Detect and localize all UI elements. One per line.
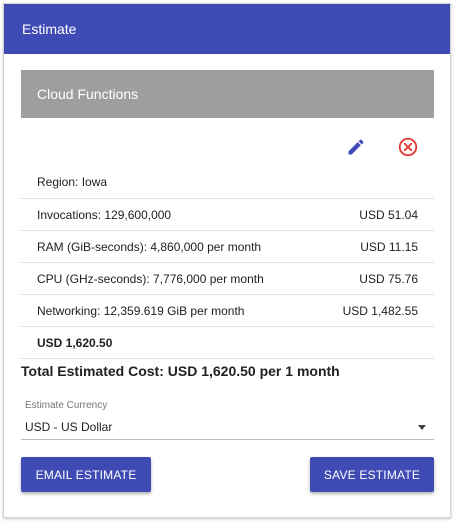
row-label: Networking: 12,359.619 GiB per month (37, 303, 245, 318)
row-value: USD 1,482.55 (342, 303, 418, 318)
card-title: Estimate (22, 21, 77, 37)
currency-selected-value: USD - US Dollar (25, 420, 113, 434)
total-estimated-cost: Total Estimated Cost: USD 1,620.50 per 1… (21, 363, 340, 379)
estimate-row-networking: Networking: 12,359.619 GiB per month USD… (21, 295, 434, 327)
service-title: Cloud Functions (37, 86, 139, 102)
estimate-card: Estimate Cloud Functions Region: Iowa In… (3, 3, 451, 518)
currency-label: Estimate Currency (25, 400, 108, 411)
pencil-icon (348, 139, 364, 155)
row-label: RAM (GiB-seconds): 4,860,000 per month (37, 239, 262, 254)
row-label: CPU (GHz-seconds): 7,776,000 per month (37, 271, 264, 286)
close-circle-icon (398, 137, 418, 157)
estimate-rows: Region: Iowa Invocations: 129,600,000 US… (21, 166, 434, 359)
card-header: Estimate (4, 4, 450, 54)
save-estimate-button[interactable]: SAVE ESTIMATE (310, 457, 434, 492)
estimate-row-region: Region: Iowa (21, 166, 434, 199)
dropdown-caret-icon (418, 425, 426, 430)
remove-button[interactable] (396, 135, 420, 159)
estimate-row-ram: RAM (GiB-seconds): 4,860,000 per month U… (21, 231, 434, 263)
row-label: Region: Iowa (37, 175, 108, 189)
row-value: USD 51.04 (359, 207, 418, 222)
estimate-row-cpu: CPU (GHz-seconds): 7,776,000 per month U… (21, 263, 434, 295)
email-estimate-button[interactable]: EMAIL ESTIMATE (21, 457, 151, 492)
currency-select[interactable]: USD - US Dollar (21, 416, 434, 440)
row-value: USD 75.76 (359, 271, 418, 286)
estimate-row-invocations: Invocations: 129,600,000 USD 51.04 (21, 199, 434, 231)
estimate-row-subtotal: USD 1,620.50 (21, 327, 434, 359)
row-label: Invocations: 129,600,000 (37, 207, 172, 222)
service-section-header: Cloud Functions (21, 70, 434, 118)
row-value: USD 11.15 (360, 239, 418, 254)
edit-button[interactable] (344, 135, 368, 159)
row-label: USD 1,620.50 (37, 335, 113, 350)
